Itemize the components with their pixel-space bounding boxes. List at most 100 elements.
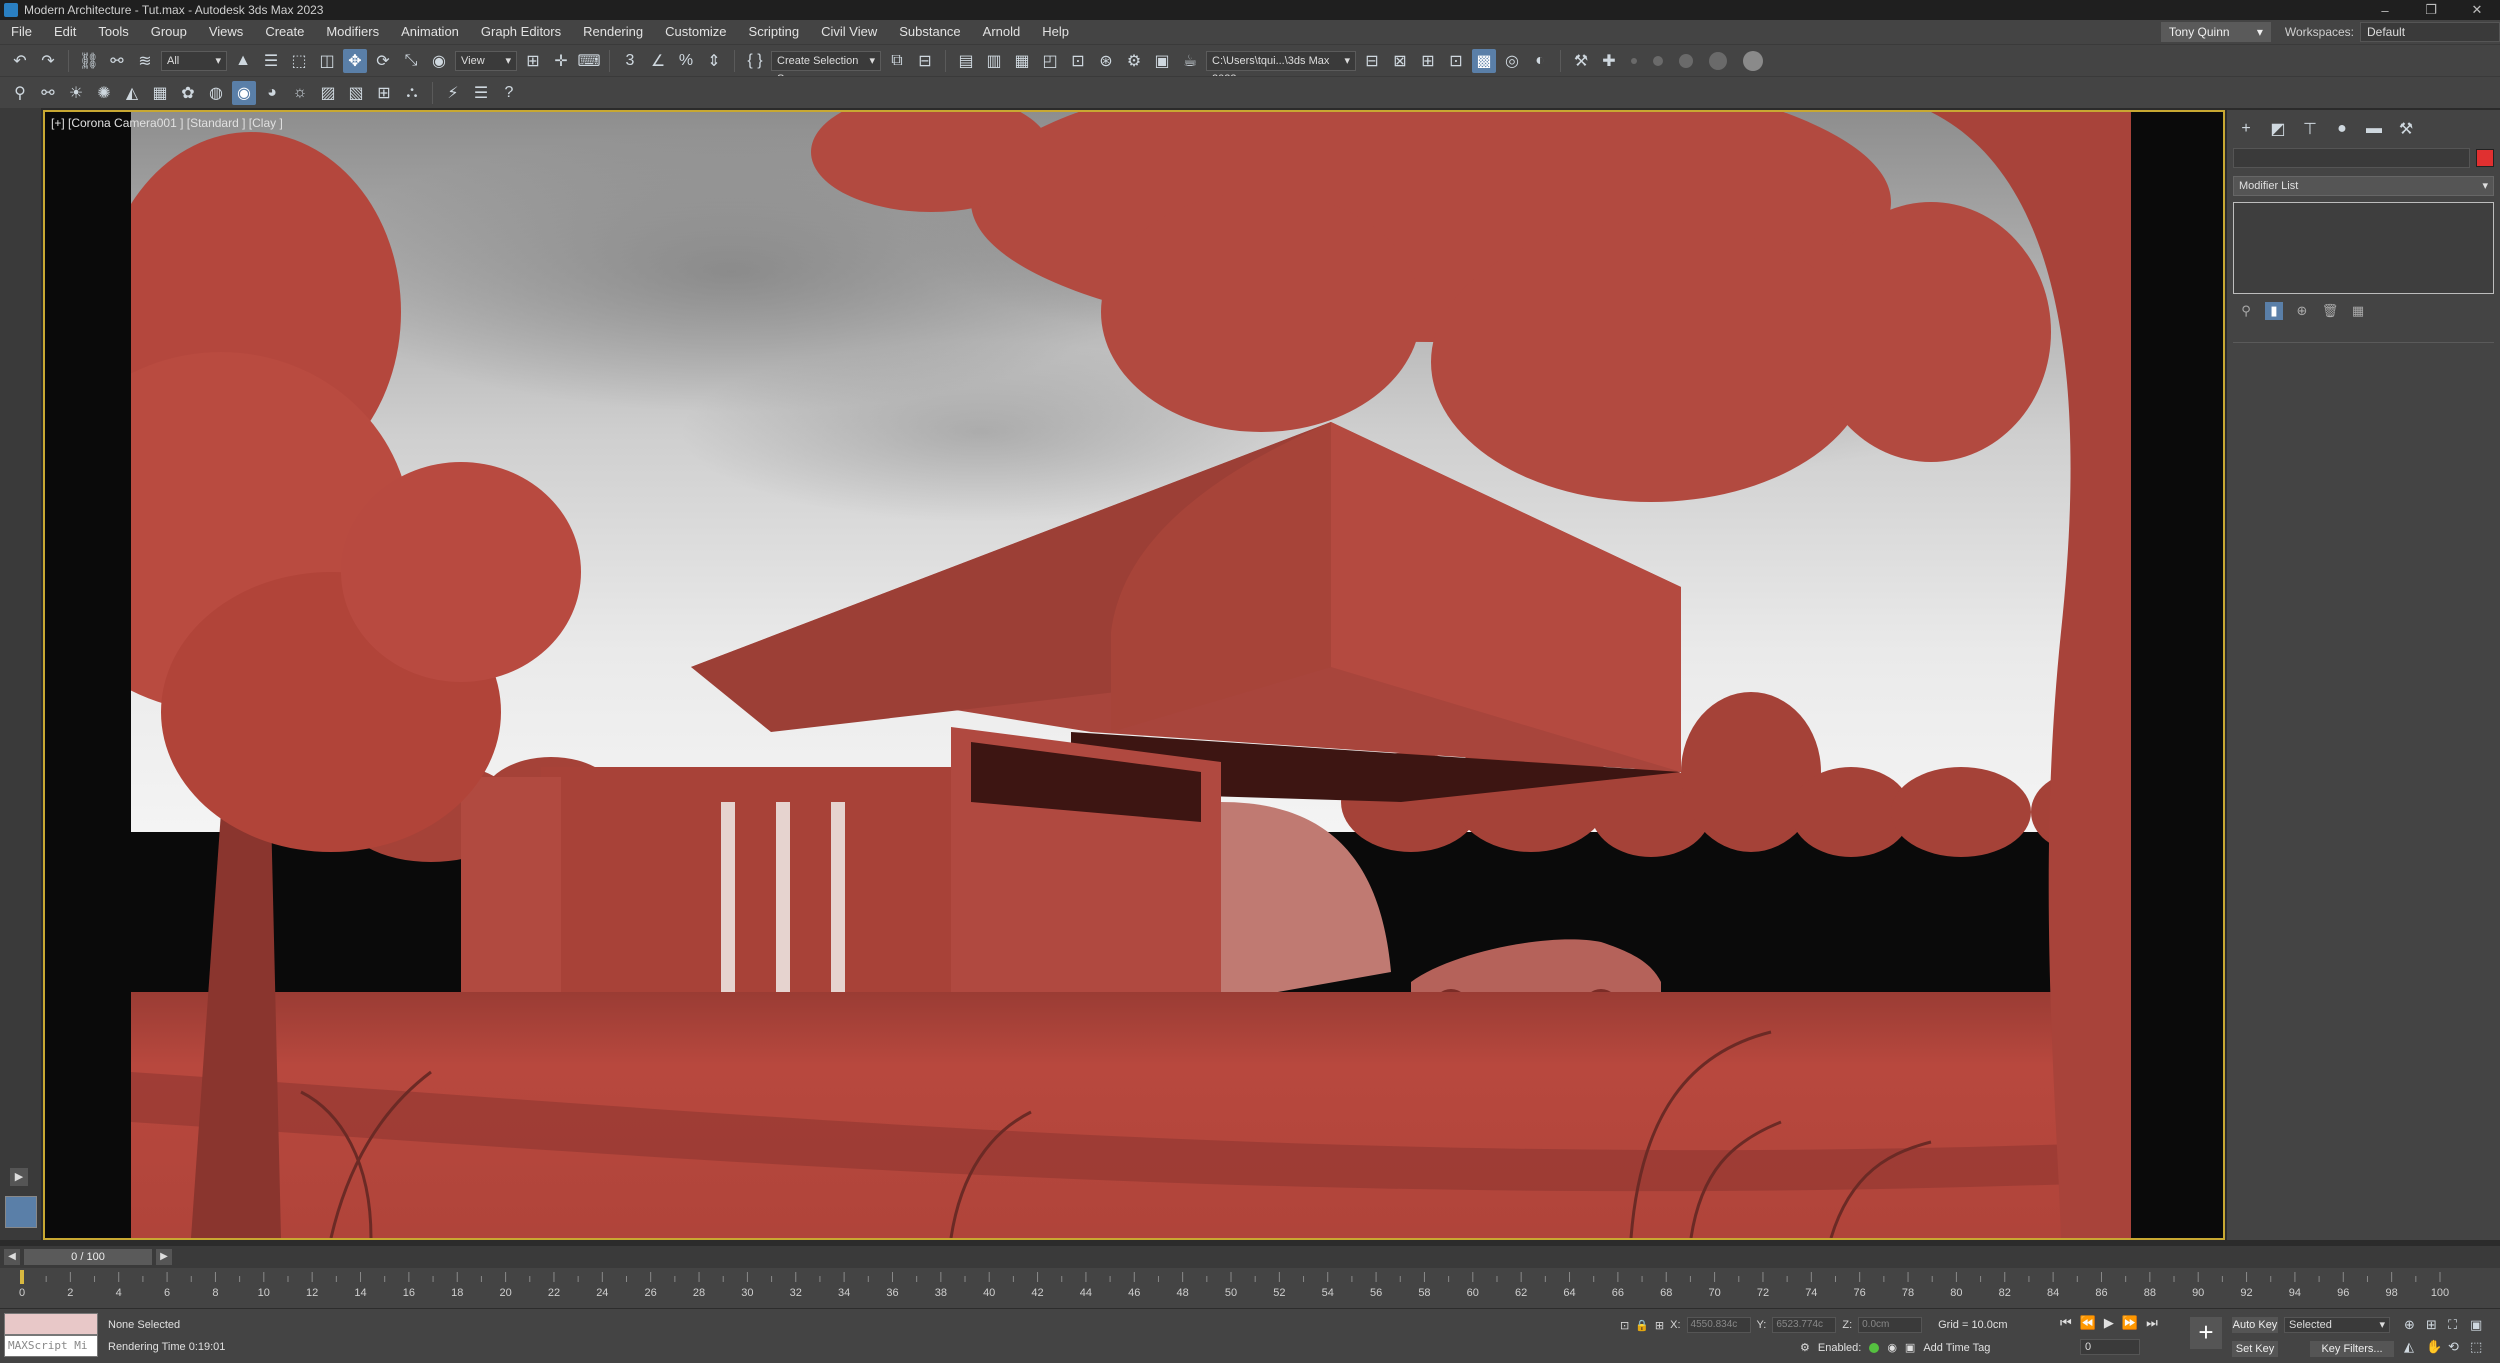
selection-filter-dropdown[interactable]: All ▾	[161, 50, 227, 71]
zoom-all-icon[interactable]: ⊞	[2426, 1317, 2448, 1333]
corona-vfb-icon[interactable]: ◕	[260, 81, 284, 105]
render-production-icon[interactable]: ☕	[1178, 49, 1202, 73]
current-frame-field[interactable]: 0	[2080, 1339, 2140, 1355]
corona-distance-icon[interactable]: ▨	[316, 81, 340, 105]
make-unique-icon[interactable]: ⊕	[2293, 302, 2311, 320]
project-folder-icon[interactable]: ⊟	[1360, 49, 1384, 73]
remove-modifier-icon[interactable]: 🗑	[2321, 302, 2339, 320]
zoom-icon[interactable]: ⊕	[2404, 1317, 2426, 1333]
link-icon[interactable]: ⛓	[77, 49, 101, 73]
menu-edit[interactable]: Edit	[43, 20, 87, 44]
corona-lightmix-icon[interactable]: ☼	[288, 81, 312, 105]
viewport-label[interactable]: [+] [Corona Camera001 ] [Standard ] [Cla…	[51, 116, 283, 130]
brush-icon[interactable]: ⚒	[1569, 49, 1593, 73]
corona-scatter-icon[interactable]: ✿	[176, 81, 200, 105]
move-icon[interactable]: ✥	[343, 48, 367, 73]
go-to-start-icon[interactable]: ⏮	[2060, 1315, 2072, 1331]
modifier-list-dropdown[interactable]: Modifier List ▾	[2233, 176, 2494, 196]
go-to-end-icon[interactable]: ⏭	[2146, 1315, 2158, 1331]
maxscript-output[interactable]	[4, 1313, 98, 1335]
select-object-icon[interactable]: ▲	[231, 49, 255, 73]
corona-interactive-icon[interactable]: ◐	[1528, 49, 1552, 73]
window-crossing-icon[interactable]: ◫	[315, 49, 339, 73]
menu-animation[interactable]: Animation	[390, 20, 470, 44]
paint-icon[interactable]: ✚	[1597, 49, 1621, 73]
spinner-snap-icon[interactable]: ⇕	[702, 49, 726, 73]
snaps-toggle-icon[interactable]: 3	[618, 49, 642, 73]
set-key-button[interactable]: Set Key	[2232, 1341, 2278, 1357]
redo-icon[interactable]: ↷	[36, 49, 60, 73]
next-frame-icon[interactable]: ⏩	[2122, 1315, 2138, 1331]
menu-group[interactable]: Group	[140, 20, 198, 44]
select-manipulate-icon[interactable]: ✛	[549, 49, 573, 73]
menu-scripting[interactable]: Scripting	[738, 20, 811, 44]
lock-selection-icon[interactable]: 🔒	[1635, 1319, 1649, 1332]
place-icon[interactable]: ◉	[427, 49, 451, 73]
restore-button[interactable]: ❐	[2408, 0, 2454, 20]
corona-converter-icon[interactable]: ⚯	[36, 81, 60, 105]
play-icon[interactable]: ▶	[2104, 1315, 2114, 1331]
key-filters-button[interactable]: Key Filters...	[2310, 1341, 2394, 1357]
add-time-tag[interactable]: Add Time Tag	[1923, 1342, 1990, 1354]
help-icon[interactable]: ?	[497, 81, 521, 105]
maxscript-input[interactable]: MAXScript Mi	[4, 1335, 98, 1357]
workspace-dropdown[interactable]: Default	[2360, 22, 2500, 42]
time-config-icon[interactable]: ◉	[1887, 1341, 1897, 1354]
viewport-layout-button[interactable]	[5, 1196, 37, 1228]
menu-customize[interactable]: Customize	[654, 20, 737, 44]
y-coordinate-field[interactable]: 6523.774c	[1772, 1317, 1837, 1333]
show-end-result-icon[interactable]: ▮	[2265, 302, 2283, 320]
zoom-extents-icon[interactable]: ⛶	[2448, 1317, 2470, 1333]
object-name-field[interactable]	[2233, 148, 2470, 168]
select-by-name-icon[interactable]: ☰	[259, 49, 283, 73]
field-of-view-icon[interactable]: ◭	[2404, 1339, 2426, 1355]
menu-substance[interactable]: Substance	[888, 20, 971, 44]
project-folder-dropdown[interactable]: C:\Users\tqui...\3ds Max 2023 ▾	[1206, 50, 1356, 85]
absolute-mode-icon[interactable]: ⊞	[1655, 1319, 1664, 1332]
rectangular-selection-icon[interactable]: ⬚	[287, 49, 311, 73]
angle-snap-icon[interactable]: ∠	[646, 49, 670, 73]
menu-tools[interactable]: Tools	[87, 20, 139, 44]
menu-modifiers[interactable]: Modifiers	[315, 20, 390, 44]
bind-space-warp-icon[interactable]: ≋	[133, 49, 157, 73]
mirror-icon[interactable]: ⧉	[885, 49, 909, 73]
time-tag-icon[interactable]: ▣	[1905, 1341, 1915, 1354]
menu-views[interactable]: Views	[198, 20, 254, 44]
utilities-tab-icon[interactable]: ⚒	[2395, 118, 2417, 140]
enabled-indicator-icon[interactable]	[1869, 1342, 1880, 1353]
corona-settings-icon[interactable]: ☰	[469, 81, 493, 105]
menu-graph-editors[interactable]: Graph Editors	[470, 20, 572, 44]
maximize-viewport-icon[interactable]: ⬚	[2470, 1339, 2492, 1355]
pan-icon[interactable]: ✋	[2426, 1339, 2448, 1355]
corona-decal-icon[interactable]: ◍	[204, 81, 228, 105]
unlink-icon[interactable]: ⚯	[105, 49, 129, 73]
modifier-stack[interactable]	[2233, 202, 2494, 294]
maxscript-listener[interactable]: MAXScript Mi	[4, 1313, 98, 1357]
corona-slicer-icon[interactable]: ▧	[344, 81, 368, 105]
corona-volume-icon[interactable]: ⊞	[372, 81, 396, 105]
menu-create[interactable]: Create	[254, 20, 315, 44]
key-selection-dropdown[interactable]: Selected ▾	[2284, 1317, 2390, 1333]
corona-proxy-icon[interactable]: ▦	[148, 81, 172, 105]
layer-explorer-icon[interactable]: ▥	[982, 49, 1006, 73]
next-frame-arrow-icon[interactable]: ▶	[156, 1249, 172, 1265]
time-slider-thumb[interactable]: 0 / 100	[24, 1249, 152, 1265]
minimize-button[interactable]: –	[2362, 0, 2408, 20]
corona-pattern-icon[interactable]: ⛬	[400, 81, 424, 105]
expand-arrow-icon[interactable]: ▶	[10, 1168, 28, 1186]
auto-key-button[interactable]: Auto Key	[2232, 1317, 2278, 1333]
close-button[interactable]: ✕	[2454, 0, 2500, 20]
percent-snap-icon[interactable]: %	[674, 49, 698, 73]
corona-tools-icon[interactable]: ⚡	[441, 81, 465, 105]
previous-frame-icon[interactable]: ⏪	[2080, 1315, 2096, 1331]
isolate-icon[interactable]: ⊡	[1620, 1319, 1629, 1332]
x-coordinate-field[interactable]: 4550.834c	[1686, 1317, 1751, 1333]
menu-rendering[interactable]: Rendering	[572, 20, 654, 44]
time-slider[interactable]: ◀ 0 / 100 ▶	[0, 1246, 2500, 1268]
corona-sun-icon[interactable]: ✺	[92, 81, 116, 105]
render-setup-icon[interactable]: ⚙	[1122, 49, 1146, 73]
save-project-icon[interactable]: ⊞	[1416, 49, 1440, 73]
corona-render-icon[interactable]: ◎	[1500, 49, 1524, 73]
corona-camera-icon[interactable]: ◭	[120, 81, 144, 105]
edit-named-selection-icon[interactable]: { }	[743, 49, 767, 73]
